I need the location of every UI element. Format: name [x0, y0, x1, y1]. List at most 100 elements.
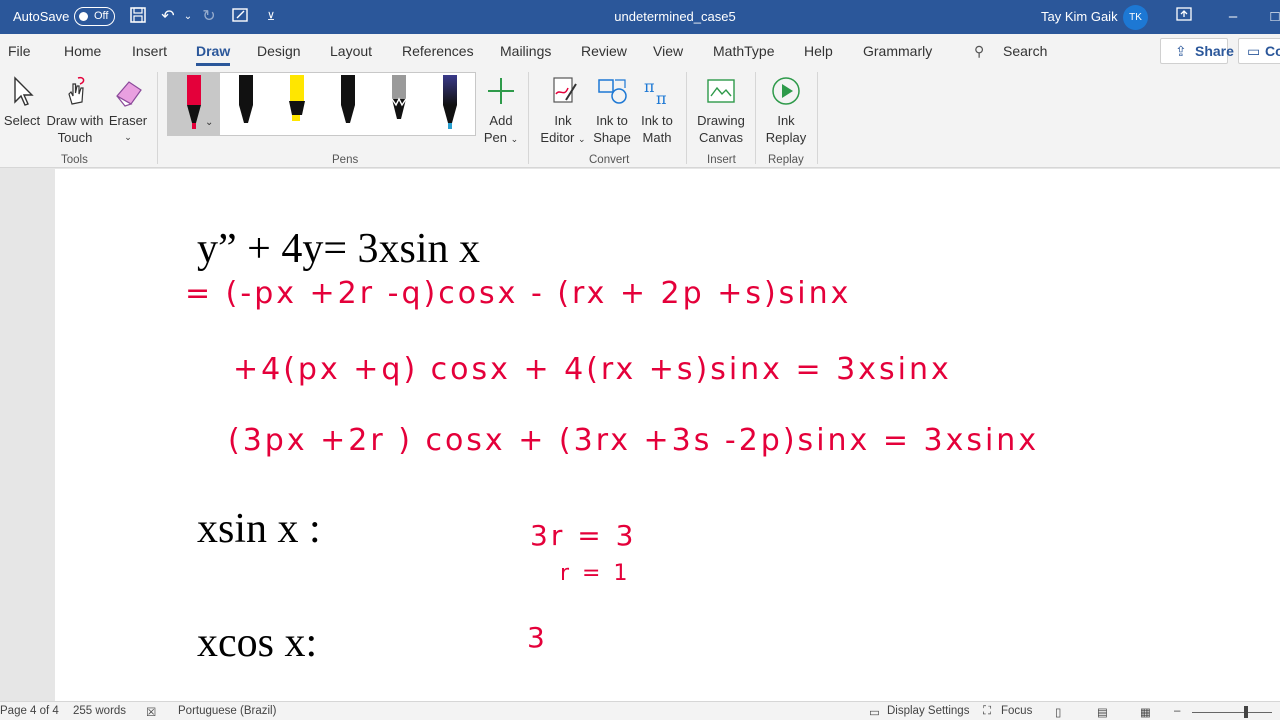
divider — [157, 72, 158, 164]
drawing-canvas-label-2: Canvas — [698, 130, 744, 145]
galaxy-pen-icon[interactable] — [435, 75, 465, 131]
undo-dropdown-icon[interactable]: ⌄ — [177, 6, 199, 28]
pens-gallery[interactable]: ⌄ — [167, 72, 476, 136]
zoom-slider[interactable] — [1192, 712, 1272, 713]
ribbon-draw: Select Draw with Touch Eraser ⌄ Tools ⌄ … — [0, 68, 1280, 168]
svg-text:π: π — [656, 89, 667, 108]
language[interactable]: Portuguese (Brazil) — [178, 705, 276, 717]
tab-mathtype[interactable]: MathType — [713, 43, 774, 59]
equation-text: y” + 4y= 3xsin x — [197, 226, 481, 272]
draw-with-touch-button[interactable]: Draw with Touch — [45, 74, 105, 146]
document-page[interactable]: y” + 4y= 3xsin x = (-px +2r -q)cosx - (r… — [55, 169, 1280, 701]
divider — [686, 72, 687, 164]
add-pen-button[interactable]: Add Pen ⌄ — [480, 74, 522, 148]
black-pen-2-icon[interactable] — [333, 75, 363, 131]
ink-editor-button[interactable]: Ink Editor ⌄ — [538, 74, 588, 148]
ribbon-tabs: File Home Insert Draw Design Layout Refe… — [0, 34, 1280, 68]
tab-references[interactable]: References — [402, 43, 474, 59]
ink-to-math-button[interactable]: ππ Ink to Math — [636, 74, 678, 146]
customize-qat-icon[interactable]: ⊻ — [260, 6, 282, 28]
touch-mode-icon[interactable] — [229, 6, 251, 28]
drawing-canvas-label-1: Drawing — [697, 113, 745, 128]
proofing-icon[interactable]: ☒ — [146, 705, 156, 719]
tab-view[interactable]: View — [653, 43, 683, 59]
divider — [755, 72, 756, 164]
ink-editor-label-1: Ink — [554, 113, 572, 128]
insert-group-label: Insert — [707, 154, 736, 166]
eraser-dropdown-icon[interactable]: ⌄ — [108, 129, 148, 146]
select-button[interactable]: Select — [2, 74, 42, 129]
ink-editor-icon — [553, 77, 577, 103]
web-layout-icon[interactable]: ▦ — [1140, 705, 1151, 719]
tab-layout[interactable]: Layout — [330, 43, 372, 59]
ink-replay-label-2: Replay — [765, 130, 807, 145]
page-count[interactable]: Page 4 of 4 — [0, 705, 59, 717]
ink-r-equation: 3r = 3 — [530, 519, 637, 552]
user-name[interactable]: Tay Kim Gaik — [1041, 9, 1118, 24]
tab-file[interactable]: File — [8, 43, 31, 59]
tab-help[interactable]: Help — [804, 43, 833, 59]
select-label: Select — [3, 113, 41, 128]
avatar[interactable]: TK — [1123, 5, 1148, 30]
tab-draw[interactable]: Draw — [196, 43, 230, 59]
display-settings[interactable]: Display Settings — [887, 705, 969, 717]
display-settings-icon[interactable]: ▭ — [869, 705, 880, 719]
word-count[interactable]: 255 words — [73, 705, 126, 717]
convert-group-label: Convert — [589, 154, 630, 166]
pencil-icon[interactable] — [384, 75, 414, 131]
add-pen-dropdown-icon: ⌄ — [510, 134, 519, 144]
ink-editor-dropdown-icon: ⌄ — [578, 134, 586, 144]
comments-label: Co — [1265, 43, 1280, 59]
ink-to-math-icon: ππ — [644, 77, 667, 108]
ink-replay-icon — [772, 77, 800, 105]
xcos-label: xcos x: — [197, 620, 318, 666]
black-pen-icon[interactable] — [231, 75, 261, 131]
share-label: Share — [1195, 43, 1234, 59]
comment-icon: ▭ — [1247, 43, 1261, 59]
eraser-label: Eraser — [108, 113, 148, 128]
save-icon[interactable] — [127, 6, 149, 28]
tab-home[interactable]: Home — [64, 43, 101, 59]
tab-design[interactable]: Design — [257, 43, 301, 59]
focus-mode[interactable]: Focus — [1001, 705, 1032, 717]
ink-to-math-label-2: Math — [642, 130, 672, 145]
pen-options-icon[interactable]: ⌄ — [205, 117, 213, 128]
comments-button[interactable]: ▭ Co — [1238, 38, 1280, 64]
zoom-slider-thumb[interactable] — [1244, 706, 1248, 718]
print-layout-icon[interactable]: ▤ — [1097, 705, 1108, 719]
status-bar: Page 4 of 4 255 words ☒ Portuguese (Braz… — [0, 701, 1280, 720]
read-mode-icon[interactable]: ▯ — [1055, 705, 1061, 719]
ribbon-display-icon[interactable] — [1171, 4, 1197, 30]
tab-mailings[interactable]: Mailings — [500, 43, 551, 59]
tab-insert[interactable]: Insert — [132, 43, 167, 59]
focus-icon[interactable]: ⛶ — [983, 705, 991, 718]
autosave-toggle[interactable]: Off — [74, 7, 115, 26]
undo-icon[interactable]: ↶ — [157, 6, 179, 28]
maximize-icon[interactable]: □ — [1262, 4, 1280, 30]
ink-to-shape-button[interactable]: Ink to Shape — [592, 74, 632, 146]
minimize-icon[interactable]: – — [1220, 4, 1246, 30]
select-arrow-icon — [14, 76, 34, 106]
ink-line-1: = (-px +2r -q)cosx - (rx + 2p +s)sinx — [185, 276, 852, 311]
share-icon: ⇪ — [1175, 43, 1187, 59]
ink-replay-button[interactable]: Ink Replay — [764, 74, 808, 146]
zoom-out-icon[interactable]: – — [1174, 705, 1180, 717]
search-icon[interactable]: ⚲ — [974, 43, 984, 60]
xsin-label: xsin x : — [197, 506, 321, 552]
search-box[interactable]: Search — [1003, 43, 1047, 59]
share-button[interactable]: ⇪ Share — [1160, 38, 1234, 64]
svg-text:π: π — [644, 77, 655, 96]
add-pen-label-1: Add — [489, 113, 513, 128]
eraser-button[interactable]: Eraser ⌄ — [108, 74, 148, 146]
tab-grammarly[interactable]: Grammarly — [863, 43, 932, 59]
ink-to-shape-icon — [598, 79, 627, 104]
touch-hand-icon — [68, 76, 85, 105]
redo-icon[interactable]: ↻ — [198, 6, 220, 28]
ink-line-2: +4(px +q) cosx + 4(rx +s)sinx = 3xsinx — [233, 352, 952, 387]
drawing-canvas-button[interactable]: Drawing Canvas — [694, 74, 748, 146]
tab-review[interactable]: Review — [581, 43, 627, 59]
active-tab-indicator — [196, 63, 230, 66]
selected-pen[interactable]: ⌄ — [168, 73, 220, 135]
ink-editor-label-2: Editor — [540, 130, 575, 145]
yellow-highlighter-icon[interactable] — [282, 75, 312, 131]
